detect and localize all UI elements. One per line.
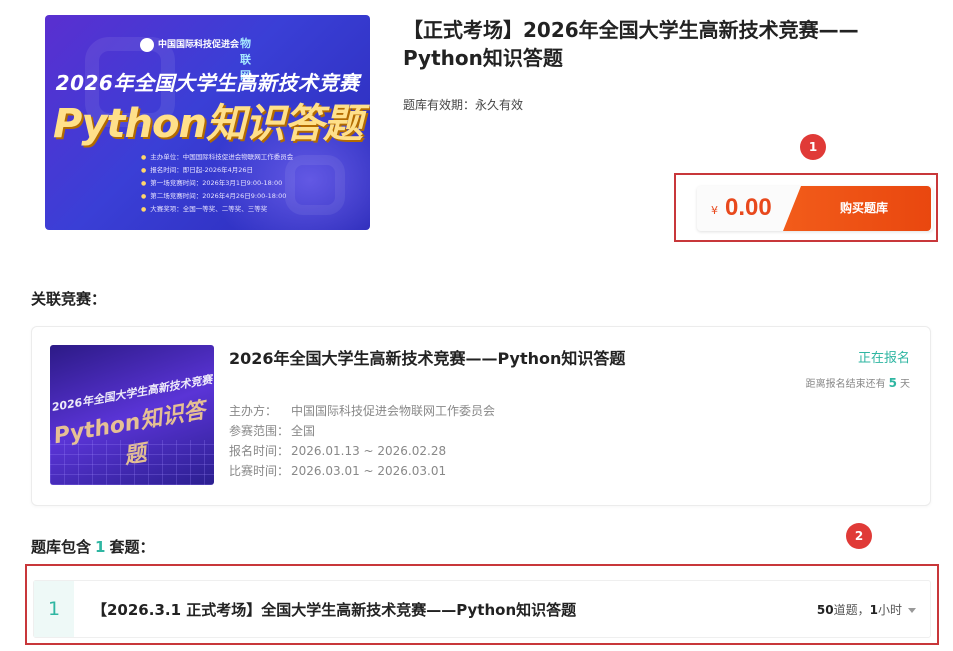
price-panel: ¥ 0.00 购买题库 xyxy=(697,186,933,231)
buy-bank-button[interactable]: 购买题库 xyxy=(783,186,931,231)
cover-info-item: 第二场竞赛时间：2026年4月26日9:00-18:00 xyxy=(141,190,293,203)
cover-logos: 中国国际科技促进会 物联网 xyxy=(140,37,251,82)
cover-info-item: 大赛奖项：全国一等奖、二等奖、三等奖 xyxy=(141,203,293,216)
cover-org1: 中国国际科技促进会 xyxy=(158,40,240,50)
validity-value: 永久有效 xyxy=(475,98,524,112)
competition-name[interactable]: 2026年全国大学生高新技术竞赛——Python知识答题 xyxy=(229,345,625,369)
chevron-down-icon[interactable] xyxy=(908,608,916,613)
annotation-highlight-2: 1 【2026.3.1 正式考场】全国大学生高新技术竞赛——Python知识答题… xyxy=(25,564,939,645)
validity-label: 题库有效期： xyxy=(403,98,476,112)
duration-value: 1 xyxy=(869,603,878,617)
signup-remaining: 距离报名结束还有 5 天 xyxy=(805,376,910,390)
question-count: 50 xyxy=(816,603,834,617)
product-title: 【正式考场】2026年全国大学生高新技术竞赛——Python知识答题 xyxy=(403,18,859,70)
validity: 题库有效期：永久有效 xyxy=(403,96,523,113)
cover-info-list: 主办单位：中国国际科技促进会物联网工作委员会 报名时间：即日起-2026年4月2… xyxy=(141,151,293,216)
price-value: 0.00 xyxy=(725,194,772,221)
annotation-badge-1: 1 xyxy=(800,134,826,160)
bank-count-label: 题库包含 1 套题： xyxy=(31,538,155,556)
signup-status: 正在报名 xyxy=(857,351,910,366)
related-label: 关联竞赛： xyxy=(31,290,107,308)
question-set-item[interactable]: 1 【2026.3.1 正式考场】全国大学生高新技术竞赛——Python知识答题… xyxy=(33,580,931,638)
remaining-days: 5 xyxy=(888,376,897,390)
product-cover-image: 中国国际科技促进会 物联网 2026年全国大学生高新技术竞赛 Python知识答… xyxy=(45,15,370,230)
detail-organizer: 主办方： 中国国际科技促进会物联网工作委员会 xyxy=(229,404,496,418)
thumb-grid-decoration xyxy=(50,440,214,485)
cover-title-line2: Python知识答题 xyxy=(53,101,363,147)
detail-contest-time: 比赛时间： 2026.03.01 ~ 2026.03.01 xyxy=(229,464,447,478)
currency-symbol: ¥ xyxy=(711,204,718,217)
annotation-badge-2: 2 xyxy=(846,523,872,549)
annotation-highlight-1: ¥ 0.00 购买题库 xyxy=(674,173,938,242)
cover-info-item: 第一场竞赛时间：2026年3月1日9:00-18:00 xyxy=(141,177,293,190)
detail-scope: 参赛范围： 全国 xyxy=(229,424,316,438)
org-logo-icon xyxy=(140,37,154,52)
question-set-meta[interactable]: 50道题，1小时 xyxy=(817,601,916,618)
python-logo-shape-small xyxy=(285,155,345,215)
bank-count: 1 xyxy=(95,538,106,556)
competition-details: 主办方： 中国国际科技促进会物联网工作委员会 参赛范围： 全国 报名时间： 2026.… xyxy=(229,401,495,481)
competition-thumbnail[interactable]: 2026年全国大学生高新技术竞赛 Python知识答题 xyxy=(50,345,214,485)
competition-card[interactable]: 2026年全国大学生高新技术竞赛 Python知识答题 2026年全国大学生高新… xyxy=(31,326,931,506)
question-set-title[interactable]: 【2026.3.1 正式考场】全国大学生高新技术竞赛——Python知识答题 xyxy=(92,599,576,620)
cover-info-item: 报名时间：即日起-2026年4月26日 xyxy=(141,164,293,177)
question-set-index: 1 xyxy=(34,581,74,637)
detail-signup-time: 报名时间： 2026.01.13 ~ 2026.02.28 xyxy=(229,444,447,458)
cover-info-item: 主办单位：中国国际科技促进会物联网工作委员会 xyxy=(141,151,293,164)
